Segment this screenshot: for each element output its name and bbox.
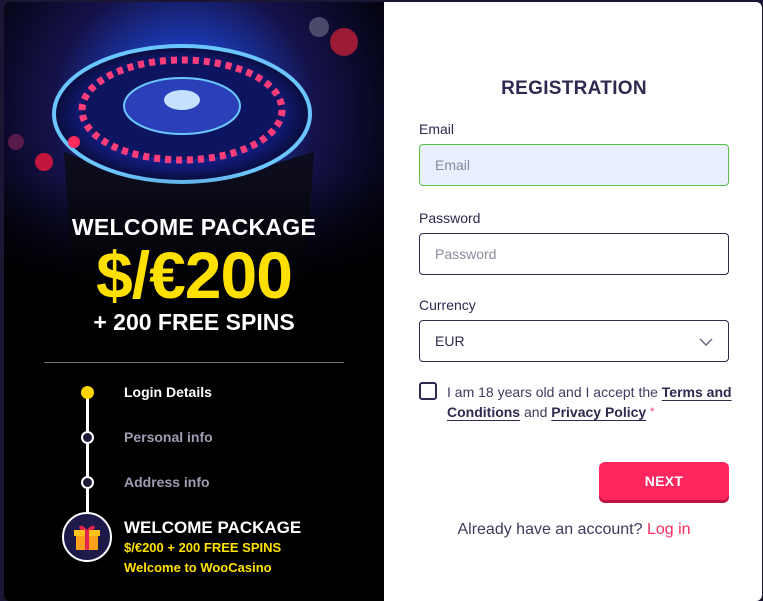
- password-field[interactable]: [419, 233, 729, 275]
- promo-amount: $/€200: [96, 238, 293, 312]
- welcome-package-offer: $/€200 + 200 FREE SPINS: [124, 540, 282, 555]
- promo-free-spins: + 200 FREE SPINS: [93, 309, 295, 335]
- step-dot-login-details: [81, 386, 94, 399]
- currency-label: Currency: [419, 297, 476, 313]
- step-dot-address-info: [81, 476, 94, 489]
- step-dot-personal-info: [81, 431, 94, 444]
- promo-panel: WELCOME PACKAGE $/€200 + 200 FREE SPINS …: [4, 2, 384, 601]
- terms-prefix: I am 18 years old and I accept the: [447, 384, 658, 400]
- currency-value: EUR: [435, 333, 465, 349]
- welcome-promo: WELCOME PACKAGE $/€200 + 200 FREE SPINS: [4, 214, 384, 336]
- email-field[interactable]: [419, 144, 729, 186]
- password-label: Password: [419, 210, 481, 226]
- registration-modal: WELCOME PACKAGE $/€200 + 200 FREE SPINS …: [4, 2, 762, 601]
- terms-and: and: [524, 404, 548, 420]
- chevron-down-icon: [699, 333, 713, 349]
- step-login-details: Login Details: [124, 384, 212, 400]
- registration-form-panel: REGISTRATION Email Password Currency EUR…: [384, 2, 762, 601]
- step-address-info: Address info: [124, 474, 210, 490]
- privacy-policy-link[interactable]: Privacy Policy: [551, 404, 646, 420]
- welcome-package-tagline: Welcome to WooCasino: [124, 560, 272, 575]
- age-terms-checkbox[interactable]: [419, 382, 437, 400]
- signin-text: Already have an account?: [457, 521, 643, 538]
- welcome-package-title: WELCOME PACKAGE: [124, 518, 302, 537]
- steps-progress-line: [86, 394, 89, 518]
- divider: [44, 362, 344, 363]
- currency-select[interactable]: EUR: [419, 320, 729, 362]
- registration-title: REGISTRATION: [501, 78, 647, 99]
- email-label: Email: [419, 121, 455, 137]
- login-link[interactable]: Log in: [647, 521, 691, 538]
- required-marker: *: [650, 406, 655, 418]
- next-button[interactable]: NEXT: [599, 462, 729, 500]
- promo-title: WELCOME PACKAGE: [71, 214, 317, 240]
- step-personal-info: Personal info: [124, 429, 213, 445]
- gift-icon: [62, 512, 112, 562]
- signin-prompt: Already have an account? Log in: [384, 521, 762, 539]
- terms-text: I am 18 years old and I accept the Terms…: [447, 382, 737, 422]
